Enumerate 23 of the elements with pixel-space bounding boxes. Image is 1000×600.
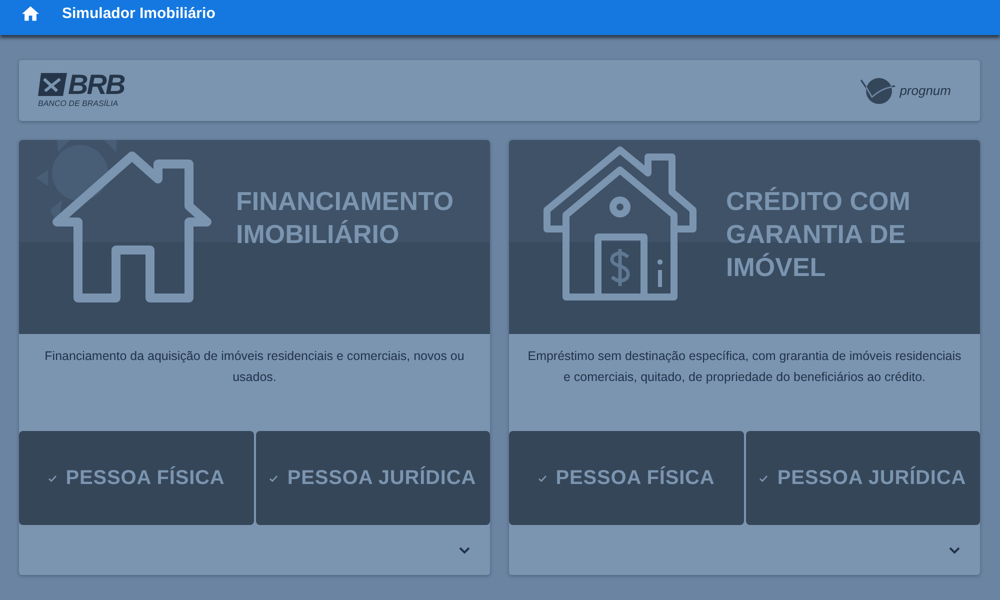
- product-description: Financiamento da aquisição de imóveis residenciais e comerciais, novos ou usados.: [44, 348, 466, 386]
- chevron-down-icon[interactable]: [949, 546, 960, 554]
- product-description: Empréstimo sem destinação específica, com grarantia de imóveis residenciais e comerciais, quitado, de propriedade do beneficiários ao crédito.: [526, 348, 962, 386]
- check-icon: [48, 474, 57, 482]
- chevron-down-icon[interactable]: [459, 546, 470, 554]
- app-title: Simulador Imobiliário: [62, 6, 216, 21]
- option-button[interactable]: PESSOA FÍSICA: [19, 431, 254, 525]
- home-icon[interactable]: [22, 6, 39, 21]
- partner-wordmark: prognum: [900, 83, 951, 98]
- check-icon: [269, 474, 278, 482]
- house-dollar-icon: [543, 146, 697, 301]
- check-icon: [759, 474, 768, 482]
- logo-tagline: BANCO DE BRASÍLIA: [38, 98, 120, 108]
- logo-icon: [38, 73, 67, 96]
- logo-icon: [860, 76, 896, 104]
- option-button[interactable]: PESSOA JURÍDICA: [746, 431, 980, 525]
- check-icon: [538, 474, 547, 482]
- logo-wordmark: BRB: [68, 72, 124, 96]
- option-button[interactable]: PESSOA FÍSICA: [509, 431, 744, 525]
- product-title: FINANCIAMENTO IMOBILIÁRIO: [236, 185, 455, 251]
- option-button[interactable]: PESSOA JURÍDICA: [256, 431, 490, 525]
- house-icon: [52, 151, 212, 303]
- product-title: CRÉDITO COM GARANTIA DE IMÓVEL: [726, 185, 912, 284]
